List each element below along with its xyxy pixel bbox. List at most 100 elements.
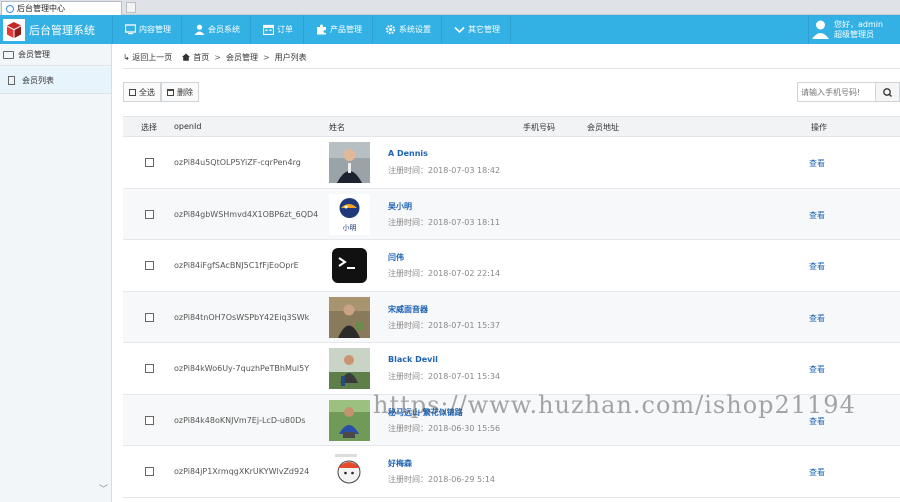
scroll-down-icon[interactable]: ﹀ bbox=[99, 482, 108, 495]
user-name[interactable]: 好梅森 bbox=[388, 458, 412, 469]
row-checkbox[interactable] bbox=[145, 158, 154, 167]
user-role: 超级管理员 bbox=[834, 29, 874, 39]
avatar-icon bbox=[812, 20, 829, 39]
search-icon bbox=[883, 88, 892, 97]
new-tab-button[interactable] bbox=[126, 2, 136, 13]
register-time: 注册时间：2018-07-03 18:11 bbox=[388, 217, 501, 227]
user-name[interactable]: A Dennis bbox=[388, 149, 428, 158]
browser-tab-strip: 后台管理中心 bbox=[0, 0, 900, 15]
search-button[interactable] bbox=[876, 82, 900, 102]
sidebar-item-label: 会员列表 bbox=[22, 75, 54, 85]
table-header: 选择 openId 姓名 手机号码 会员地址 操作 bbox=[123, 116, 900, 137]
favicon-icon bbox=[6, 4, 14, 13]
nav-label: 内容管理 bbox=[139, 25, 171, 34]
user-name[interactable]: 宋威面音器 bbox=[388, 304, 428, 315]
calendar-icon bbox=[262, 24, 275, 36]
view-link[interactable]: 查看 bbox=[809, 467, 825, 478]
user-icon bbox=[194, 24, 205, 35]
top-nav-bar: 后台管理系统 内容管理 会员系统 订单 产品管理 系统设置 其它管理 您好，ad… bbox=[0, 15, 900, 44]
phone-search-input[interactable] bbox=[797, 82, 876, 102]
back-link-label: 返回上一页 bbox=[132, 52, 173, 62]
user-name[interactable]: Black Devil bbox=[388, 355, 438, 364]
breadcrumb: ↳ 返回上一页 首页 > 会员管理 > 用户列表 bbox=[123, 51, 307, 63]
nav-product-management[interactable]: 产品管理 bbox=[303, 15, 372, 44]
delete-label: 删除 bbox=[177, 87, 193, 97]
select-all-label: 全选 bbox=[139, 87, 155, 97]
breadcrumb-home[interactable]: 首页 bbox=[193, 52, 209, 63]
nav-content-management[interactable]: 内容管理 bbox=[112, 15, 181, 44]
view-link[interactable]: 查看 bbox=[809, 261, 825, 272]
row-openid: ozPi84tnOH7OsWSPbY42Eiq3SWk bbox=[174, 312, 310, 322]
user-avatar bbox=[329, 451, 370, 492]
monitor-icon bbox=[124, 24, 137, 35]
gear-icon bbox=[385, 24, 396, 35]
brand[interactable]: 后台管理系统 bbox=[0, 15, 112, 44]
register-time: 注册时间：2018-06-30 15:56 bbox=[388, 423, 501, 433]
table-row: ozPi84kWo6Uy-7quzhPeTBhMul5Y Black Devil… bbox=[123, 343, 900, 395]
sidebar: 会员管理 会员列表 ﹀ bbox=[0, 44, 112, 502]
delete-button[interactable]: 删除 bbox=[161, 82, 199, 102]
search-box bbox=[797, 82, 900, 102]
view-link[interactable]: 查看 bbox=[809, 210, 825, 221]
brand-title: 后台管理系统 bbox=[29, 23, 95, 37]
puzzle-icon bbox=[316, 24, 327, 35]
row-checkbox[interactable] bbox=[145, 467, 154, 476]
select-all-button[interactable]: 全选 bbox=[123, 82, 161, 102]
sidebar-section-member-management[interactable]: 会员管理 bbox=[0, 44, 111, 66]
col-address: 会员地址 bbox=[587, 123, 619, 132]
register-time: 注册时间：2018-07-01 15:34 bbox=[388, 372, 501, 381]
sidebar-section-label: 会员管理 bbox=[18, 50, 50, 59]
row-openid: ozPi84iFgfSAcBNJ5C1fFjEoOprE bbox=[174, 261, 299, 270]
nav-member-system[interactable]: 会员系统 bbox=[181, 15, 250, 44]
row-openid: ozPi84u5QtOLP5YiZF-cqrPen4rg bbox=[174, 158, 301, 167]
view-link[interactable]: 查看 bbox=[809, 313, 825, 324]
user-info[interactable]: 您好，admin 超级管理员 bbox=[808, 15, 900, 44]
browser-tab[interactable]: 后台管理中心 bbox=[1, 1, 122, 15]
user-name[interactable]: 闫伟 bbox=[388, 252, 404, 263]
trash-icon bbox=[167, 88, 174, 96]
breadcrumb-user-list: 用户列表 bbox=[274, 52, 307, 62]
nav-label: 产品管理 bbox=[330, 25, 362, 34]
register-time: 注册时间：2018-07-02 22:14 bbox=[388, 269, 501, 278]
member-table: 选择 openId 姓名 手机号码 会员地址 操作 ozPi84u5QtOLP5… bbox=[123, 116, 900, 498]
nav-label: 会员系统 bbox=[208, 25, 240, 34]
row-openid: ozPi84k48oKNJVm7Ej-LcD-u80Ds bbox=[174, 415, 306, 425]
nav-other-management[interactable]: 其它管理 bbox=[441, 15, 511, 44]
browser-tab-title: 后台管理中心 bbox=[17, 4, 65, 13]
register-time: 注册时间：2018-07-01 15:37 bbox=[388, 320, 501, 330]
watermark: https://www.huzhan.com/ishop21194 bbox=[373, 391, 856, 419]
table-row: ozPi84tnOH7OsWSPbY42Eiq3SWk 宋威面音器 注册时间：2… bbox=[123, 291, 900, 343]
user-avatar bbox=[329, 348, 370, 389]
document-icon bbox=[8, 75, 15, 85]
user-avatar bbox=[329, 245, 370, 286]
nav-label: 订单 bbox=[277, 25, 293, 34]
col-action: 操作 bbox=[811, 123, 827, 132]
back-link[interactable]: ↳ 返回上一页 bbox=[123, 52, 172, 63]
main-menu: 内容管理 会员系统 订单 产品管理 系统设置 其它管理 bbox=[112, 15, 511, 44]
svg-text:小明: 小明 bbox=[343, 223, 357, 232]
user-avatar bbox=[329, 296, 370, 338]
row-checkbox[interactable] bbox=[145, 415, 154, 425]
nav-system-settings[interactable]: 系统设置 bbox=[372, 15, 441, 44]
breadcrumb-separator: > bbox=[262, 52, 270, 62]
cube-logo-icon bbox=[3, 18, 25, 41]
row-checkbox[interactable] bbox=[145, 312, 154, 322]
return-arrow-icon: ↳ bbox=[123, 52, 130, 62]
row-checkbox[interactable] bbox=[145, 364, 154, 373]
breadcrumb-member-management[interactable]: 会员管理 bbox=[226, 52, 258, 63]
user-avatar: 小明 bbox=[329, 193, 370, 235]
breadcrumb-separator: > bbox=[214, 52, 221, 62]
home-icon bbox=[182, 53, 191, 61]
col-phone: 手机号码 bbox=[523, 123, 555, 132]
register-time: 注册时间：2018-06-29 5:14 bbox=[388, 475, 495, 484]
sidebar-item-member-list[interactable]: 会员列表 bbox=[0, 67, 111, 94]
nav-orders[interactable]: 订单 bbox=[250, 15, 303, 44]
row-checkbox[interactable] bbox=[145, 261, 154, 270]
main-content: ↳ 返回上一页 首页 > 会员管理 > 用户列表 全选 删除 选择 openId… bbox=[113, 44, 900, 502]
view-link[interactable]: 查看 bbox=[809, 158, 825, 169]
col-name: 姓名 bbox=[329, 123, 345, 132]
user-name[interactable]: 吴小明 bbox=[388, 201, 412, 212]
nav-label: 其它管理 bbox=[468, 25, 500, 34]
view-link[interactable]: 查看 bbox=[809, 364, 825, 375]
row-checkbox[interactable] bbox=[145, 209, 154, 219]
